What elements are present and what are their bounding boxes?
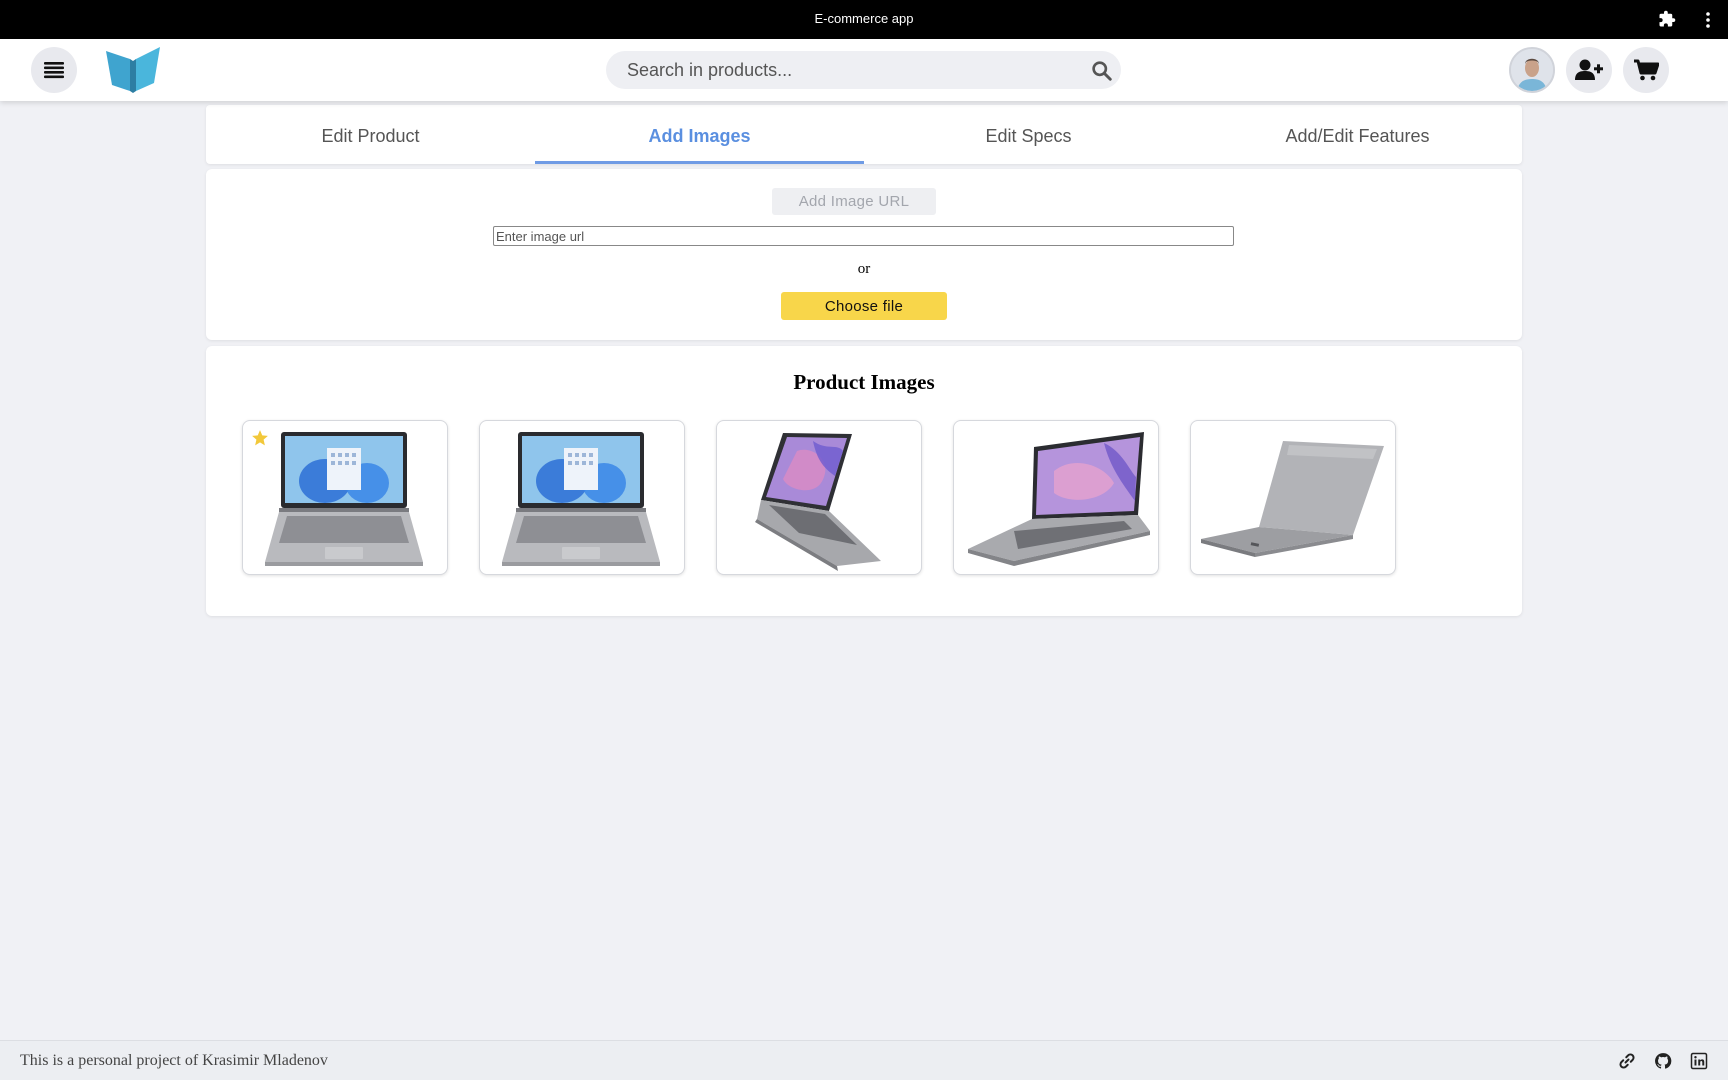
search-input[interactable]	[627, 51, 1067, 89]
product-edit-tabs: Edit Product Add Images Edit Specs Add/E…	[206, 105, 1522, 164]
choose-file-button[interactable]: Choose file	[781, 292, 947, 320]
tab-add-images[interactable]: Add Images	[535, 105, 864, 164]
tab-add-edit-features[interactable]: Add/Edit Features	[1193, 105, 1522, 164]
laptop-closed-image	[1201, 441, 1384, 557]
add-user-button[interactable]	[1566, 47, 1612, 93]
window-title: E-commerce app	[814, 11, 914, 26]
laptop-side-image	[968, 432, 1150, 566]
star-icon[interactable]	[251, 429, 269, 447]
add-user-icon	[1575, 59, 1603, 80]
add-image-url-button[interactable]: Add Image URL	[772, 188, 936, 215]
search-bar	[606, 51, 1121, 89]
tab-edit-product[interactable]: Edit Product	[206, 105, 535, 164]
tab-edit-specs[interactable]: Edit Specs	[864, 105, 1193, 164]
butterfly-logo[interactable]	[104, 45, 162, 93]
product-image-thumb[interactable]	[716, 420, 922, 575]
laptop-angled-image	[755, 433, 881, 571]
product-images-gallery	[242, 420, 1396, 575]
laptop-front-image	[502, 432, 660, 566]
linkedin-icon[interactable]	[1690, 1052, 1708, 1070]
puzzle-icon[interactable]	[1658, 10, 1676, 28]
product-image-thumb[interactable]	[953, 420, 1159, 575]
product-images-panel: Product Images	[206, 346, 1522, 616]
or-separator: or	[857, 261, 871, 277]
product-image-thumb[interactable]	[479, 420, 685, 575]
product-images-title: Product Images	[793, 370, 935, 394]
laptop-front-image	[265, 432, 423, 566]
github-icon[interactable]	[1654, 1052, 1672, 1070]
window-titlebar: E-commerce app	[0, 0, 1728, 39]
top-navbar	[0, 39, 1728, 101]
avatar[interactable]	[1509, 47, 1555, 93]
image-url-input[interactable]	[493, 226, 1234, 246]
footer: This is a personal project of Krasimir M…	[0, 1040, 1728, 1080]
add-images-panel: Add Image URL or Choose file	[206, 169, 1522, 340]
product-image-thumb[interactable]	[242, 420, 448, 575]
cart-icon	[1634, 59, 1659, 81]
link-icon[interactable]	[1618, 1052, 1636, 1070]
hamburger-icon	[44, 62, 64, 79]
search-icon[interactable]	[1091, 60, 1112, 81]
menu-button[interactable]	[31, 47, 77, 93]
product-image-thumb[interactable]	[1190, 420, 1396, 575]
footer-credit: This is a personal project of Krasimir M…	[20, 1052, 328, 1069]
kebab-menu-icon[interactable]	[1699, 10, 1717, 30]
cart-button[interactable]	[1623, 47, 1669, 93]
user-avatar	[1511, 49, 1553, 91]
